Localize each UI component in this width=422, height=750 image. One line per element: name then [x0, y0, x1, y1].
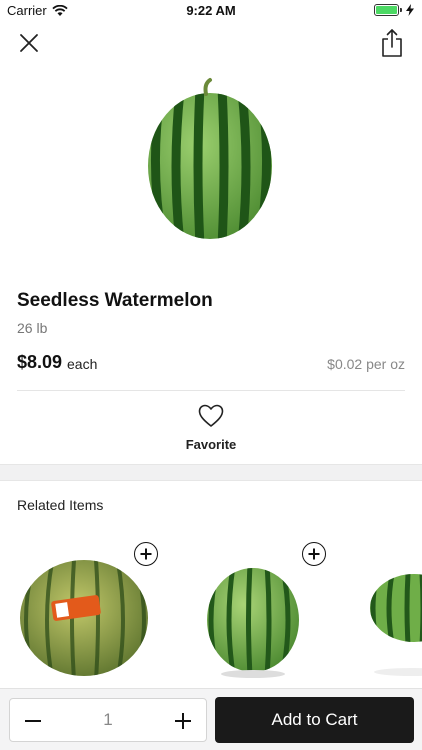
close-icon[interactable] [16, 30, 42, 56]
favorite-button[interactable]: Favorite [160, 404, 262, 460]
status-bar: Carrier 9:22 AM [0, 0, 422, 22]
add-related-item-button[interactable] [134, 542, 158, 566]
related-item-image [207, 568, 299, 678]
favorite-label: Favorite [185, 437, 237, 452]
heart-outline-icon [198, 404, 224, 427]
unit-price: $0.02 per oz [327, 356, 405, 372]
product-weight: 26 lb [17, 320, 48, 336]
quantity-value[interactable]: 1 [60, 710, 156, 730]
related-item[interactable] [352, 540, 422, 680]
price-unit-label: each [67, 356, 98, 372]
add-related-item-button[interactable] [302, 542, 326, 566]
divider [17, 390, 405, 391]
decrement-button[interactable] [22, 710, 44, 732]
share-icon[interactable] [380, 28, 404, 58]
product-image [148, 78, 272, 239]
battery-fill [376, 6, 397, 14]
status-time: 9:22 AM [186, 3, 236, 18]
related-item[interactable] [195, 540, 326, 680]
quantity-stepper[interactable]: 1 [9, 698, 207, 742]
section-separator [0, 464, 422, 481]
increment-button[interactable] [172, 710, 194, 732]
status-right [374, 4, 414, 16]
battery-icon [374, 4, 402, 16]
related-item[interactable] [12, 540, 162, 680]
product-title: Seedless Watermelon [17, 290, 213, 311]
price-row: $8.09 each $0.02 per oz [17, 352, 405, 376]
bottom-bar: 1 Add to Cart [0, 688, 422, 750]
charging-bolt-icon [406, 4, 414, 16]
product-price: $8.09 [17, 352, 63, 372]
add-to-cart-button[interactable]: Add to Cart [215, 697, 414, 743]
related-item-image [370, 574, 422, 676]
related-items-heading: Related Items [17, 497, 104, 513]
